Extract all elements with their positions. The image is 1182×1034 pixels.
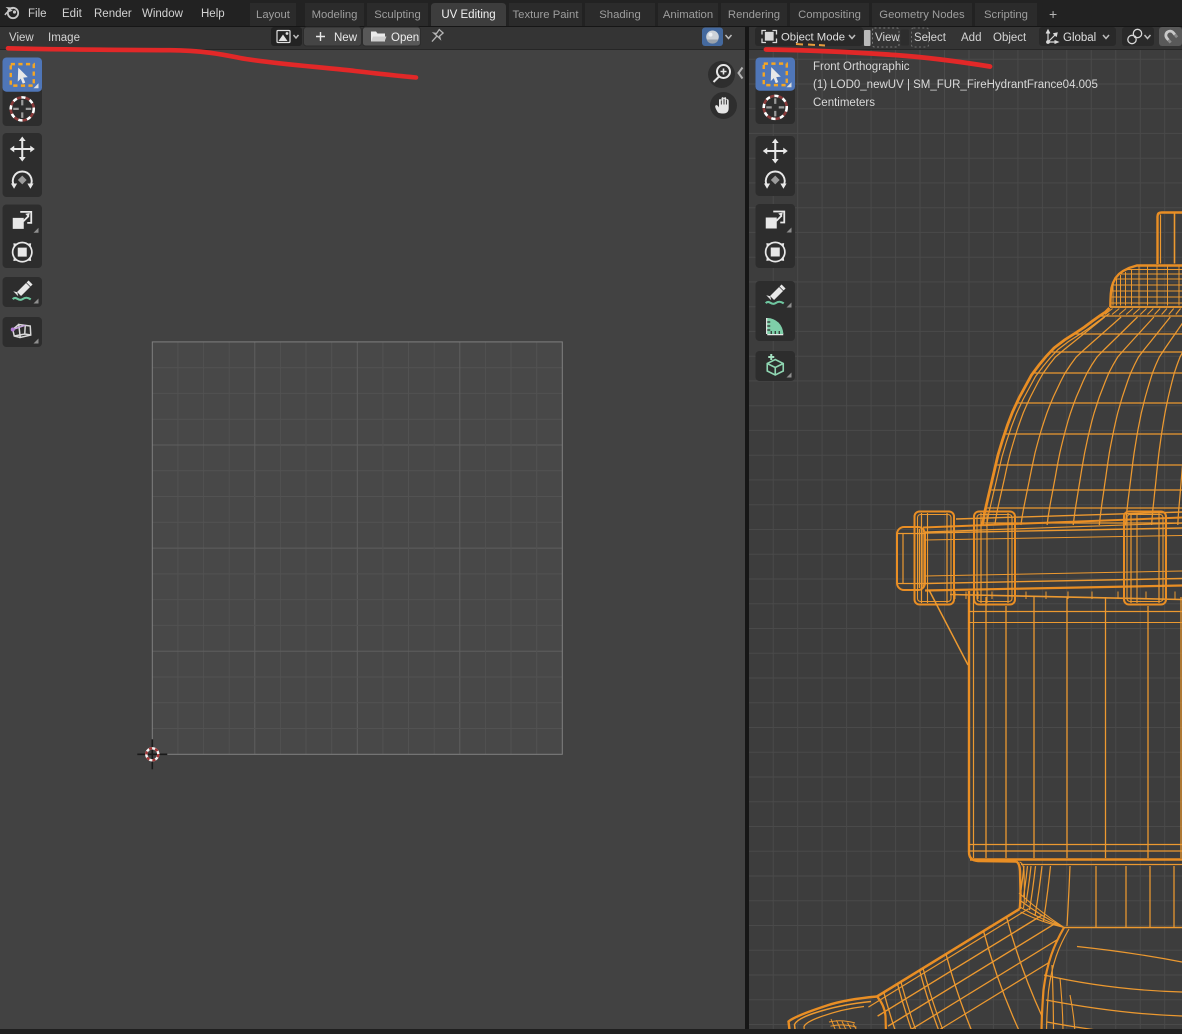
svg-text:Select: Select (914, 32, 947, 44)
svg-text:Global: Global (1063, 32, 1096, 44)
svg-text:Scripting: Scripting (984, 9, 1028, 21)
svg-text:Help: Help (201, 8, 225, 20)
svg-text:Image: Image (48, 32, 80, 44)
svg-text:View: View (875, 32, 900, 44)
svg-text:Object Mode: Object Mode (781, 32, 845, 44)
svg-text:Texture Paint: Texture Paint (513, 9, 580, 21)
svg-text:Rendering: Rendering (728, 9, 780, 21)
svg-text:Render: Render (94, 8, 132, 20)
svg-text:Compositing: Compositing (798, 9, 861, 21)
svg-text:View: View (9, 32, 34, 44)
svg-text:Layout: Layout (256, 9, 291, 21)
svg-text:Sculpting: Sculpting (374, 9, 420, 21)
svg-text:Shading: Shading (599, 9, 640, 21)
svg-text:Add: Add (961, 32, 981, 44)
svg-text:+: + (1049, 6, 1057, 22)
svg-text:File: File (28, 8, 47, 20)
svg-text:Open: Open (391, 32, 419, 44)
svg-text:Window: Window (142, 8, 184, 20)
svg-text:Modeling: Modeling (312, 9, 358, 21)
svg-text:New: New (334, 32, 358, 44)
svg-text:Geometry Nodes: Geometry Nodes (879, 9, 965, 21)
svg-text:(1) LOD0_newUV | SM_FUR_FireHy: (1) LOD0_newUV | SM_FUR_FireHydrantFranc… (813, 79, 1098, 91)
svg-text:Animation: Animation (663, 9, 713, 21)
svg-text:Edit: Edit (62, 8, 83, 20)
svg-text:Front Orthographic: Front Orthographic (813, 61, 910, 73)
svg-text:UV Editing: UV Editing (441, 9, 495, 21)
svg-text:Object: Object (993, 32, 1027, 44)
svg-text:Centimeters: Centimeters (813, 97, 875, 109)
